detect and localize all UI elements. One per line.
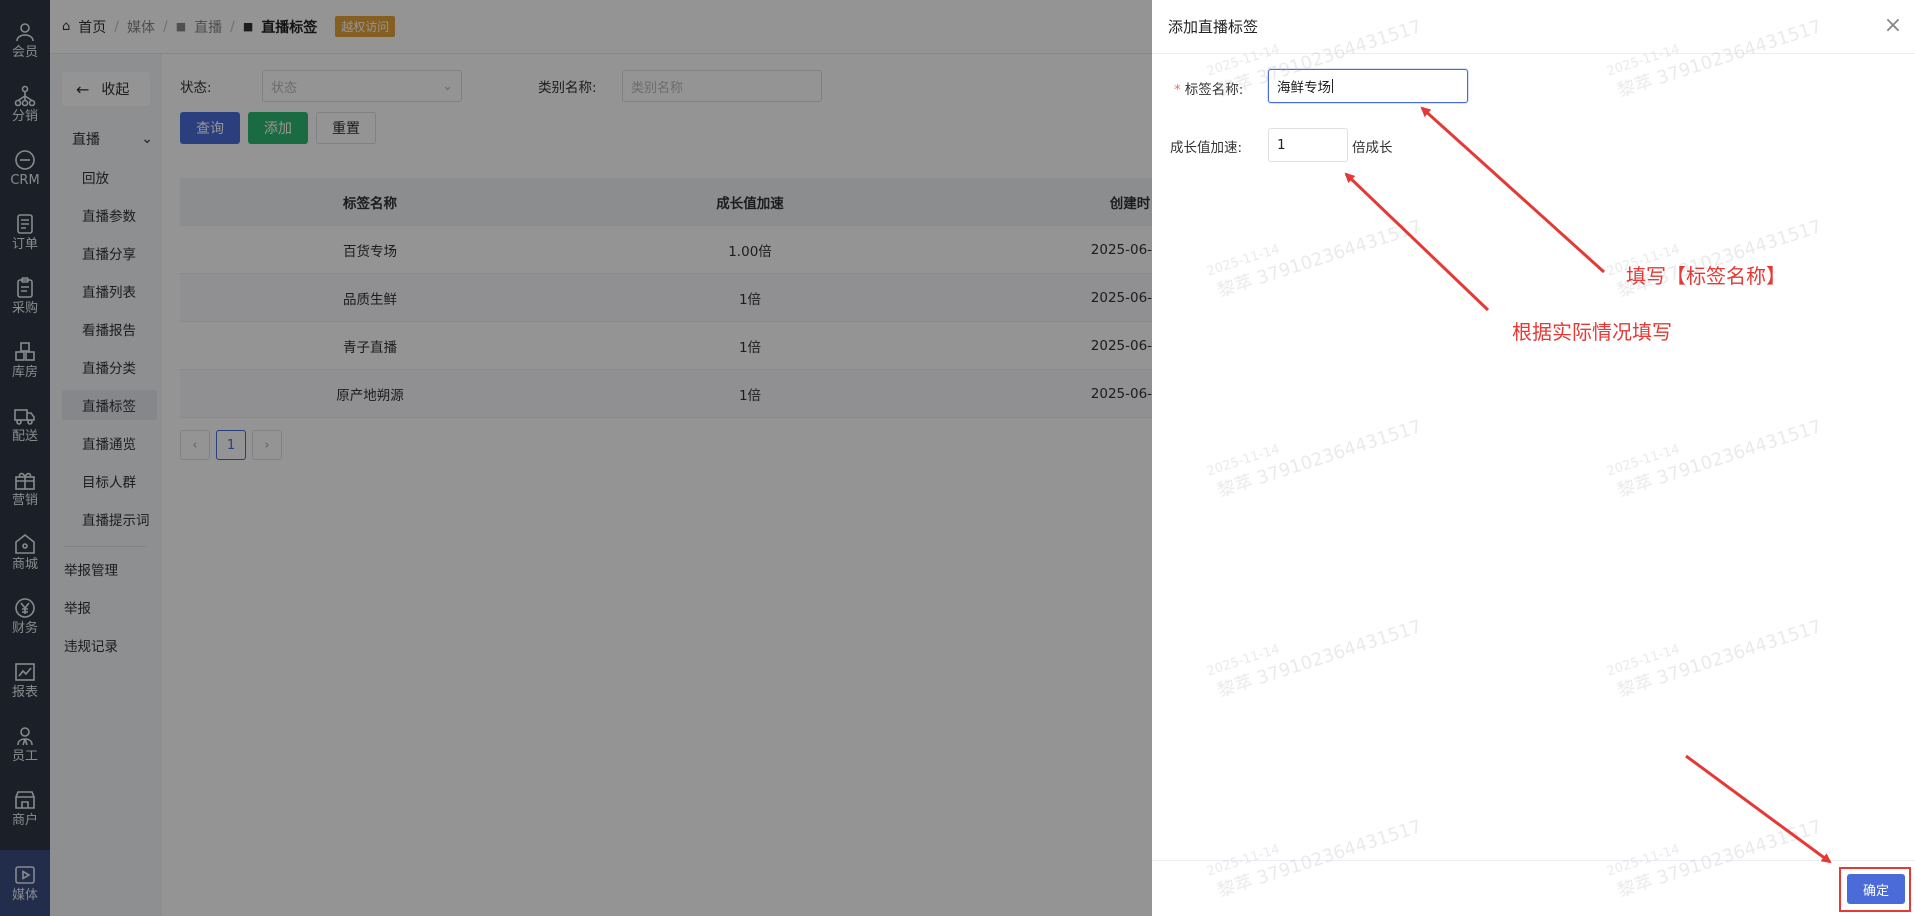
modal-mask[interactable] [0, 0, 1152, 916]
add-tag-drawer: 添加直播标签 × * 标签名称: 海鲜专场 成长值加速: 1 倍成长 确定 [1152, 0, 1915, 916]
close-icon[interactable]: × [1881, 14, 1905, 38]
drawer-footer: 确定 [1152, 860, 1915, 916]
annotation-name-hint: 填写【标签名称】 [1626, 264, 1786, 288]
tag-name-label: * 标签名称: [1174, 78, 1243, 98]
tag-name-label-text: 标签名称: [1184, 82, 1244, 98]
growth-label: 成长值加速: [1170, 140, 1243, 156]
tag-name-input[interactable]: 海鲜专场 [1268, 69, 1468, 103]
drawer-header: 添加直播标签 × [1152, 0, 1915, 54]
required-mark: * [1174, 82, 1181, 98]
tag-name-value: 海鲜专场 [1277, 80, 1331, 96]
drawer-title: 添加直播标签 [1168, 18, 1259, 36]
text-cursor [1332, 79, 1333, 93]
growth-input[interactable]: 1 [1268, 128, 1348, 162]
growth-value: 1 [1277, 137, 1286, 153]
annotation-growth-hint: 根据实际情况填写 [1512, 320, 1672, 344]
confirm-button[interactable]: 确定 [1847, 874, 1905, 904]
growth-suffix: 倍成长 [1352, 140, 1393, 156]
